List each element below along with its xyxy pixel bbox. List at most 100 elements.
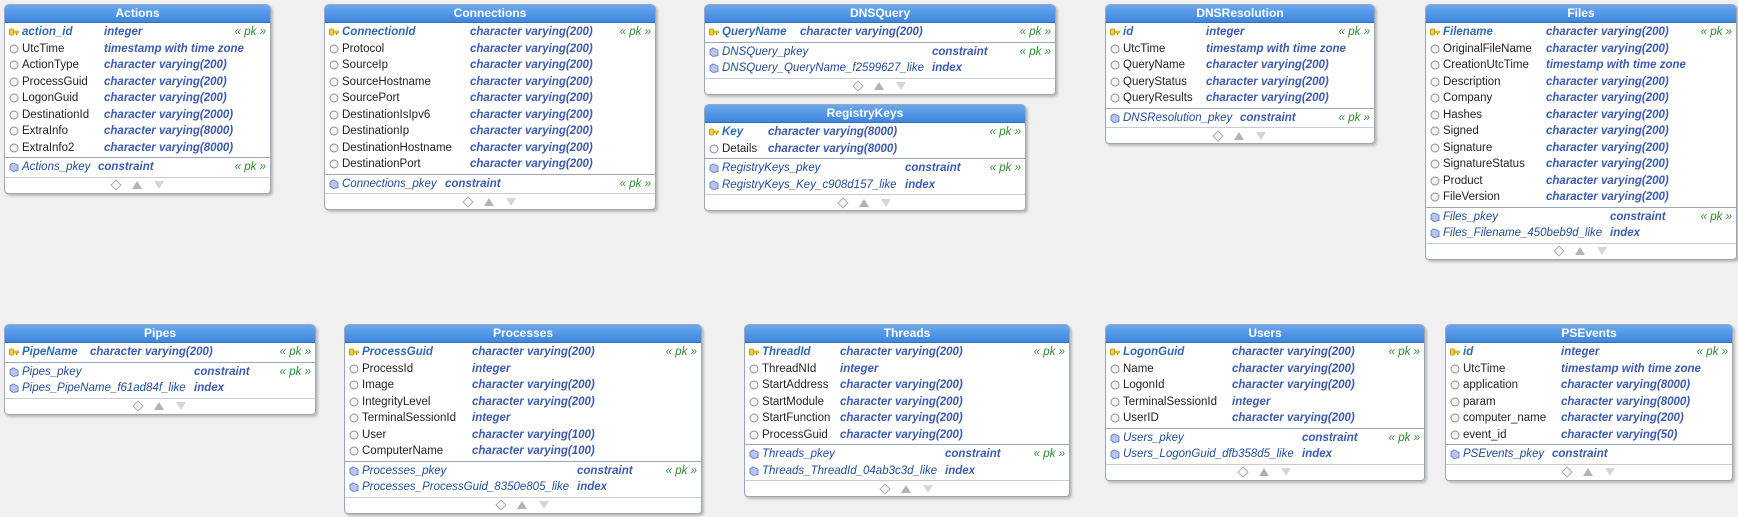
expand-down-icon[interactable] — [923, 484, 933, 493]
column-row[interactable]: ComputerName character varying(100) — [345, 443, 701, 460]
index-row[interactable]: DNSQuery_QueryName_f2599627_like index — [705, 60, 1055, 77]
index-row[interactable]: Users_LogonGuid_dfb358d5_like index — [1106, 446, 1424, 463]
column-row[interactable]: QueryResults character varying(200) — [1106, 90, 1374, 107]
column-row[interactable]: SourceIp character varying(200) — [325, 57, 655, 74]
column-row[interactable]: IntegrityLevel character varying(200) — [345, 394, 701, 411]
diamond-toggle-icon[interactable] — [495, 499, 507, 511]
expand-down-icon[interactable] — [1597, 247, 1607, 255]
collapse-up-icon[interactable] — [517, 501, 527, 509]
index-row[interactable]: Processes_ProcessGuid_8350e805_like index — [345, 479, 701, 496]
column-row[interactable]: DestinationIp character varying(200) — [325, 123, 655, 140]
table-files[interactable]: Files Filename character varying(200) « pk … — [1425, 4, 1737, 260]
column-row[interactable]: CreationUtcTime timestamp with time zone — [1426, 57, 1736, 74]
column-row[interactable]: LogonGuid character varying(200) — [5, 90, 270, 107]
column-row[interactable]: Image character varying(200) — [345, 377, 701, 394]
index-row[interactable]: RegistryKeys_Key_c908d157_like index — [705, 177, 1025, 194]
collapse-up-icon[interactable] — [131, 181, 142, 189]
column-row[interactable]: TerminalSessionId integer — [1106, 394, 1424, 411]
column-row[interactable]: DestinationId character varying(2000) — [5, 107, 270, 124]
expand-down-icon[interactable] — [1256, 131, 1266, 140]
column-row[interactable]: id integer « pk » — [1106, 24, 1374, 41]
table-threads[interactable]: Threads ThreadId character varying(200) « p… — [744, 324, 1070, 497]
expand-down-icon[interactable] — [506, 197, 516, 206]
index-row[interactable]: Connections_pkey constraint « pk » — [325, 176, 655, 193]
collapse-up-icon[interactable] — [874, 82, 884, 90]
index-row[interactable]: Users_pkey constraint « pk » — [1106, 430, 1424, 447]
collapse-up-icon[interactable] — [901, 484, 911, 493]
expand-down-icon[interactable] — [881, 198, 891, 207]
table-psevents[interactable]: PSEvents id integer « pk » UtcTime timestamp … — [1445, 324, 1733, 481]
table-dnsquery[interactable]: DNSQuery QueryName character varying(200) «… — [704, 4, 1056, 95]
column-row[interactable]: ThreadId character varying(200) « pk » — [745, 344, 1069, 361]
column-row[interactable]: Signed character varying(200) — [1426, 123, 1736, 140]
column-row[interactable]: FileVersion character varying(200) — [1426, 189, 1736, 206]
index-row[interactable]: DNSResolution_pkey constraint « pk » — [1106, 110, 1374, 127]
column-row[interactable]: ProcessGuid character varying(200) — [5, 74, 270, 91]
column-row[interactable]: Product character varying(200) — [1426, 173, 1736, 190]
column-row[interactable]: UtcTime timestamp with time zone — [5, 41, 270, 58]
expand-down-icon[interactable] — [1605, 468, 1615, 476]
column-row[interactable]: Details character varying(8000) — [705, 141, 1025, 158]
index-row[interactable]: Pipes_pkey constraint « pk » — [5, 364, 315, 381]
column-row[interactable]: computer_name character varying(200) — [1446, 410, 1732, 427]
expand-down-icon[interactable] — [539, 501, 549, 509]
column-row[interactable]: application character varying(8000) — [1446, 377, 1732, 394]
column-row[interactable]: StartFunction character varying(200) — [745, 410, 1069, 427]
column-row[interactable]: ProcessGuid character varying(200) — [745, 427, 1069, 444]
diamond-toggle-icon[interactable] — [1237, 466, 1249, 478]
index-row[interactable]: PSEvents_pkey constraint — [1446, 446, 1732, 463]
column-row[interactable]: ConnectionId character varying(200) « pk » — [325, 24, 655, 41]
collapse-up-icon[interactable] — [1259, 468, 1269, 476]
diamond-toggle-icon[interactable] — [879, 482, 891, 495]
column-row[interactable]: Description character varying(200) — [1426, 74, 1736, 91]
table-actions[interactable]: Actions action_id integer « pk » UtcTime time… — [4, 4, 271, 194]
table-users[interactable]: Users LogonGuid character varying(200) « pk… — [1105, 324, 1425, 481]
expand-down-icon[interactable] — [896, 82, 906, 90]
column-row[interactable]: Signature character varying(200) — [1426, 140, 1736, 157]
column-row[interactable]: Company character varying(200) — [1426, 90, 1736, 107]
collapse-up-icon[interactable] — [1234, 131, 1244, 140]
collapse-up-icon[interactable] — [484, 197, 494, 206]
column-row[interactable]: Protocol character varying(200) — [325, 41, 655, 58]
diamond-toggle-icon[interactable] — [132, 400, 144, 412]
column-row[interactable]: SignatureStatus character varying(200) — [1426, 156, 1736, 173]
column-row[interactable]: ActionType character varying(200) — [5, 57, 270, 74]
index-row[interactable]: Threads_ThreadId_04ab3c3d_like index — [745, 463, 1069, 480]
diamond-toggle-icon[interactable] — [1553, 245, 1565, 257]
column-row[interactable]: action_id integer « pk » — [5, 24, 270, 41]
column-row[interactable]: TerminalSessionId integer — [345, 410, 701, 427]
column-row[interactable]: DestinationIsIpv6 character varying(200) — [325, 107, 655, 124]
column-row[interactable]: Filename character varying(200) « pk » — [1426, 24, 1736, 41]
index-row[interactable]: Processes_pkey constraint « pk » — [345, 463, 701, 480]
diamond-toggle-icon[interactable] — [462, 195, 474, 208]
expand-down-icon[interactable] — [1281, 468, 1291, 476]
column-row[interactable]: DestinationPort character varying(200) — [325, 156, 655, 173]
table-connections[interactable]: Connections ConnectionId character varying… — [324, 4, 656, 210]
column-row[interactable]: QueryName character varying(200) — [1106, 57, 1374, 74]
column-row[interactable]: UtcTime timestamp with time zone — [1106, 41, 1374, 58]
column-row[interactable]: ExtraInfo character varying(8000) — [5, 123, 270, 140]
column-row[interactable]: PipeName character varying(200) « pk » — [5, 344, 315, 361]
column-row[interactable]: Name character varying(200) — [1106, 361, 1424, 378]
index-row[interactable]: Files_pkey constraint « pk » — [1426, 209, 1736, 226]
collapse-up-icon[interactable] — [859, 198, 869, 207]
column-row[interactable]: ThreadNId integer — [745, 361, 1069, 378]
collapse-up-icon[interactable] — [154, 402, 164, 410]
column-row[interactable]: ExtraInfo2 character varying(8000) — [5, 140, 270, 157]
diamond-toggle-icon[interactable] — [109, 179, 122, 191]
table-pipes[interactable]: Pipes PipeName character varying(200) « pk … — [4, 324, 316, 415]
index-row[interactable]: Actions_pkey constraint « pk » — [5, 159, 270, 176]
collapse-up-icon[interactable] — [1575, 247, 1585, 255]
collapse-up-icon[interactable] — [1583, 468, 1593, 476]
diamond-toggle-icon[interactable] — [1212, 129, 1224, 142]
column-row[interactable]: UserID character varying(200) — [1106, 410, 1424, 427]
expand-down-icon[interactable] — [153, 181, 164, 189]
expand-down-icon[interactable] — [176, 402, 186, 410]
column-row[interactable]: Hashes character varying(200) — [1426, 107, 1736, 124]
column-row[interactable]: param character varying(8000) — [1446, 394, 1732, 411]
diamond-toggle-icon[interactable] — [852, 80, 864, 92]
column-row[interactable]: Key character varying(8000) « pk » — [705, 124, 1025, 141]
index-row[interactable]: RegistryKeys_pkey constraint « pk » — [705, 160, 1025, 177]
diamond-toggle-icon[interactable] — [837, 196, 849, 209]
column-row[interactable]: QueryStatus character varying(200) — [1106, 74, 1374, 91]
